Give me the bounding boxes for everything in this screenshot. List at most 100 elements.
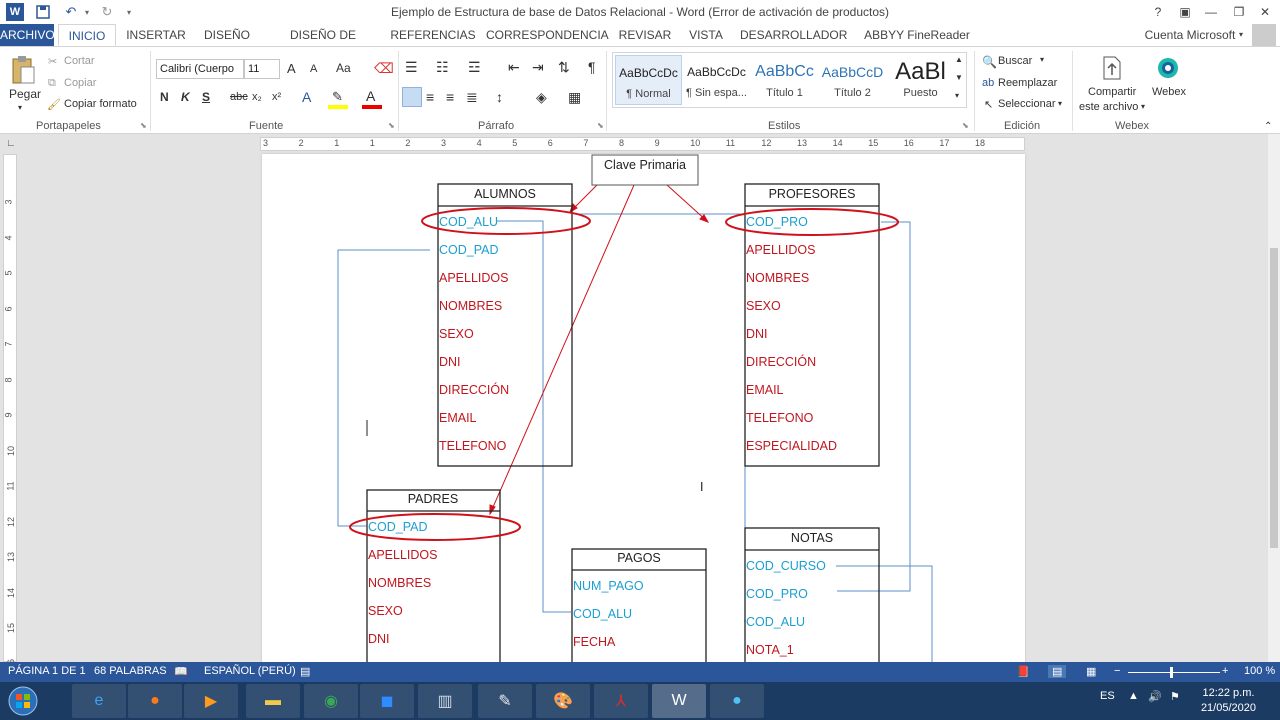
internet-explorer-icon[interactable]: e	[72, 684, 126, 718]
cut-button[interactable]: Cortar	[64, 55, 95, 67]
volume-icon[interactable]: 🔊	[1148, 690, 1162, 703]
styles-launcher-icon[interactable]: ⬊	[962, 121, 969, 130]
start-button[interactable]	[2, 683, 44, 719]
font-launcher-icon[interactable]: ⬊	[388, 121, 395, 130]
tab-diseno[interactable]: DISEÑO	[198, 24, 256, 46]
flag-icon[interactable]: ⚑	[1170, 690, 1180, 703]
sort-icon[interactable]: ⇅	[558, 59, 570, 76]
copy-button[interactable]: Copiar	[64, 77, 96, 89]
shading-icon[interactable]: ◈	[536, 89, 547, 106]
minimize-button[interactable]: —	[1200, 2, 1222, 22]
print-layout-icon[interactable]: ▤	[1048, 665, 1067, 678]
font-name-combo[interactable]: Calibri (Cuerpo	[156, 59, 244, 79]
account-dropdown-icon[interactable]: ▾	[1236, 24, 1246, 46]
styles-more-icon[interactable]: ▾	[955, 91, 959, 100]
media-player-icon[interactable]: ▶	[184, 684, 238, 718]
zoom-app-icon[interactable]: ◼	[360, 684, 414, 718]
tab-vista[interactable]: VISTA	[684, 24, 728, 46]
shrink-font-button[interactable]: A	[310, 63, 317, 75]
tab-archivo[interactable]: ARCHIVO	[0, 24, 55, 46]
word-count[interactable]: 68 PALABRAS	[94, 665, 167, 677]
document-page[interactable]: Clave Primaria ALUMNOS COD_ALU COD_PAD A…	[262, 154, 1025, 662]
paste-icon[interactable]	[8, 53, 38, 87]
scrollbar-thumb[interactable]	[1270, 248, 1278, 548]
increase-indent-icon[interactable]: ⇥	[532, 59, 544, 76]
underline-button[interactable]: S	[202, 90, 210, 104]
find-icon[interactable]: 🔍	[982, 55, 997, 69]
paste-button[interactable]: Pegar	[9, 87, 41, 101]
styles-scroll-up-icon[interactable]: ▲	[955, 55, 963, 64]
style-title[interactable]: AaBl Puesto	[887, 55, 954, 105]
proofing-icon[interactable]: 📖	[174, 665, 188, 678]
paragraph-launcher-icon[interactable]: ⬊	[597, 121, 604, 130]
tab-correspondencia[interactable]: CORRESPONDENCIA	[486, 24, 609, 46]
find-dropdown-icon[interactable]: ▾	[1040, 55, 1044, 64]
ribbon-display-button[interactable]: ▣	[1174, 2, 1196, 22]
align-center-icon[interactable]: ≡	[426, 89, 434, 105]
webex-button[interactable]: Webex	[1152, 86, 1186, 98]
highlight-icon[interactable]: ✎	[332, 89, 343, 105]
input-language[interactable]: ES	[1100, 690, 1115, 702]
share-dropdown-icon[interactable]: ▾	[1141, 102, 1145, 111]
superscript-button[interactable]: x²	[272, 91, 281, 103]
system-clock[interactable]: 12:22 p.m. 21/05/2020	[1201, 686, 1256, 716]
align-left-icon[interactable]	[402, 87, 422, 107]
styles-scroll-down-icon[interactable]: ▼	[955, 73, 963, 82]
strikethrough-button[interactable]: abc	[230, 91, 248, 103]
select-dropdown-icon[interactable]: ▾	[1058, 99, 1062, 108]
vertical-ruler[interactable]: 345678910111213141516	[3, 154, 17, 662]
font-color-icon[interactable]: A	[366, 88, 375, 104]
line-spacing-icon[interactable]: ↕	[496, 89, 503, 105]
horizontal-ruler[interactable]: 3 2 1 1 2 3 4 5 6 7 8 9 10 11 12 13 14 15 16 17 18	[260, 137, 1025, 151]
grow-font-button[interactable]: A	[287, 61, 296, 76]
collapse-ribbon-icon[interactable]: ⌃	[1264, 121, 1272, 132]
clear-format-icon[interactable]: ⌫	[374, 60, 394, 77]
text-effects-icon[interactable]: A	[302, 89, 311, 105]
format-painter-button[interactable]: Copiar formato	[64, 98, 137, 110]
share-button[interactable]: Compartir	[1088, 86, 1136, 98]
show-marks-button[interactable]: ¶	[588, 59, 596, 75]
word-taskbar-icon[interactable]: W	[652, 684, 706, 718]
tab-selector-icon[interactable]: ∟	[6, 138, 16, 149]
account-link[interactable]: Cuenta Microsoft	[1140, 24, 1240, 46]
file-explorer-icon[interactable]: ▬	[246, 684, 300, 718]
web-layout-icon[interactable]: ▦	[1086, 665, 1096, 678]
read-mode-icon[interactable]: 📕	[1016, 665, 1030, 678]
tab-inicio[interactable]: INICIO	[58, 24, 116, 46]
justify-icon[interactable]: ≣	[466, 89, 478, 106]
style-heading2[interactable]: AaBbCcD Título 2	[819, 55, 886, 105]
acrobat-icon[interactable]: ⅄	[594, 684, 648, 718]
zoom-level[interactable]: 100 %	[1244, 665, 1275, 677]
share-file-icon[interactable]	[1100, 55, 1124, 81]
screen-recorder-icon[interactable]: ●	[710, 684, 764, 718]
numbering-icon[interactable]: ☷	[436, 59, 449, 76]
style-no-spacing[interactable]: AaBbCcDc ¶ Sin espa...	[683, 55, 750, 105]
tab-diseno-pagina[interactable]: DISEÑO DE PÁGINA	[266, 24, 380, 64]
decrease-indent-icon[interactable]: ⇤	[508, 59, 520, 76]
zoom-in-icon[interactable]: +	[1222, 665, 1228, 677]
bold-button[interactable]: N	[160, 90, 169, 104]
share-button-line2[interactable]: este archivo	[1079, 101, 1138, 113]
vertical-scrollbar[interactable]	[1268, 134, 1280, 662]
style-normal[interactable]: AaBbCcDc ¶ Normal	[615, 55, 682, 105]
tab-referencias[interactable]: REFERENCIAS	[388, 24, 478, 46]
subscript-button[interactable]: x₂	[252, 91, 262, 103]
zoom-slider[interactable]	[1128, 672, 1220, 673]
tab-desarrollador[interactable]: DESARROLLADOR	[740, 24, 847, 46]
clipboard-launcher-icon[interactable]: ⬊	[140, 121, 147, 130]
restore-button[interactable]: ❐	[1228, 2, 1250, 22]
copy-icon[interactable]: ⧉	[48, 77, 56, 90]
select-button[interactable]: Seleccionar	[998, 98, 1055, 110]
tab-revisar[interactable]: REVISAR	[614, 24, 676, 46]
italic-button[interactable]: K	[181, 90, 190, 104]
find-button[interactable]: Buscar	[998, 55, 1032, 67]
paint-icon[interactable]: 🎨	[536, 684, 590, 718]
help-button[interactable]: ?	[1147, 2, 1169, 22]
replace-button[interactable]: Reemplazar	[998, 77, 1057, 89]
chrome-icon[interactable]: ◉	[304, 684, 358, 718]
format-painter-icon[interactable]: 🖌	[47, 98, 61, 111]
align-right-icon[interactable]: ≡	[446, 89, 454, 105]
zoom-out-icon[interactable]: −	[1114, 665, 1120, 677]
tab-insertar[interactable]: INSERTAR	[122, 24, 190, 46]
webex-icon[interactable]	[1155, 55, 1181, 81]
